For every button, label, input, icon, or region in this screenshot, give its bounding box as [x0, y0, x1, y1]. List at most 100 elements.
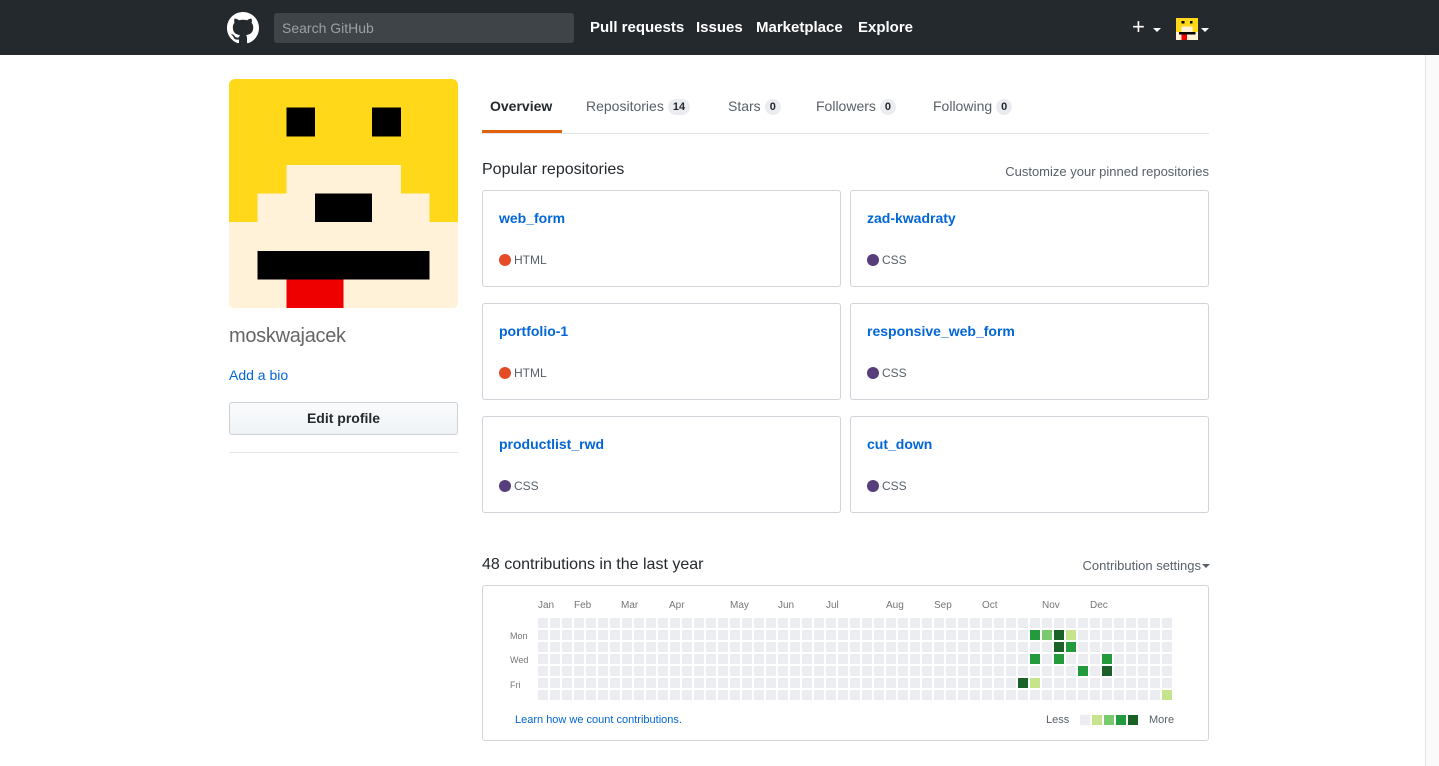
contribution-day[interactable] [982, 678, 992, 688]
contribution-day[interactable] [1042, 654, 1052, 664]
contribution-day[interactable] [1030, 678, 1040, 688]
contribution-day[interactable] [682, 666, 692, 676]
contribution-day[interactable] [598, 666, 608, 676]
contribution-day[interactable] [730, 654, 740, 664]
contribution-day[interactable] [790, 618, 800, 628]
contribution-day[interactable] [850, 642, 860, 652]
contribution-day[interactable] [850, 690, 860, 700]
contribution-day[interactable] [658, 630, 668, 640]
contribution-day[interactable] [826, 690, 836, 700]
chevron-down-icon[interactable] [1202, 564, 1210, 568]
contribution-day[interactable] [862, 678, 872, 688]
contribution-day[interactable] [1078, 678, 1088, 688]
contribution-day[interactable] [994, 666, 1004, 676]
contribution-day[interactable] [538, 618, 548, 628]
contribution-day[interactable] [1114, 618, 1124, 628]
contribution-day[interactable] [874, 642, 884, 652]
contribution-day[interactable] [922, 654, 932, 664]
contribution-day[interactable] [718, 618, 728, 628]
contribution-day[interactable] [970, 654, 980, 664]
contribution-day[interactable] [706, 630, 716, 640]
contribution-day[interactable] [1162, 642, 1172, 652]
contribution-day[interactable] [682, 690, 692, 700]
nav-pull-requests[interactable]: Pull requests [590, 19, 684, 36]
contribution-day[interactable] [910, 654, 920, 664]
contribution-day[interactable] [1102, 642, 1112, 652]
scrollbar[interactable] [1425, 55, 1439, 766]
contribution-day[interactable] [610, 666, 620, 676]
contribution-day[interactable] [634, 678, 644, 688]
contribution-day[interactable] [946, 630, 956, 640]
contribution-day[interactable] [994, 642, 1004, 652]
contribution-day[interactable] [1066, 654, 1076, 664]
contribution-day[interactable] [1006, 618, 1016, 628]
contribution-day[interactable] [1150, 678, 1160, 688]
contribution-day[interactable] [562, 666, 572, 676]
contribution-day[interactable] [586, 654, 596, 664]
contribution-day[interactable] [814, 666, 824, 676]
contribution-day[interactable] [994, 678, 1004, 688]
contribution-day[interactable] [550, 666, 560, 676]
contribution-day[interactable] [694, 678, 704, 688]
contribution-day[interactable] [694, 618, 704, 628]
contribution-day[interactable] [1018, 642, 1028, 652]
contribution-day[interactable] [730, 690, 740, 700]
contribution-day[interactable] [646, 618, 656, 628]
contribution-day[interactable] [1078, 654, 1088, 664]
contribution-day[interactable] [766, 654, 776, 664]
contribution-day[interactable] [778, 690, 788, 700]
contribution-day[interactable] [838, 666, 848, 676]
contribution-day[interactable] [1114, 642, 1124, 652]
contribution-day[interactable] [778, 618, 788, 628]
contribution-day[interactable] [682, 654, 692, 664]
contribution-day[interactable] [742, 654, 752, 664]
contribution-day[interactable] [958, 618, 968, 628]
customize-pinned-link[interactable]: Customize your pinned repositories [1005, 164, 1209, 179]
contribution-day[interactable] [814, 654, 824, 664]
contribution-day[interactable] [730, 678, 740, 688]
contribution-day[interactable] [1162, 630, 1172, 640]
contribution-day[interactable] [982, 618, 992, 628]
tab-following[interactable]: Following 0 [933, 98, 1013, 115]
contribution-day[interactable] [838, 630, 848, 640]
contribution-day[interactable] [790, 654, 800, 664]
contribution-day[interactable] [670, 690, 680, 700]
contribution-day[interactable] [790, 690, 800, 700]
contribution-day[interactable] [682, 618, 692, 628]
contribution-day[interactable] [694, 666, 704, 676]
contribution-day[interactable] [886, 678, 896, 688]
contribution-day[interactable] [586, 666, 596, 676]
contribution-day[interactable] [946, 618, 956, 628]
contribution-day[interactable] [730, 630, 740, 640]
contribution-day[interactable] [622, 690, 632, 700]
contribution-day[interactable] [694, 642, 704, 652]
contribution-day[interactable] [922, 642, 932, 652]
contribution-day[interactable] [670, 642, 680, 652]
contribution-day[interactable] [1090, 690, 1100, 700]
contribution-day[interactable] [610, 630, 620, 640]
contribution-day[interactable] [622, 642, 632, 652]
contribution-day[interactable] [778, 678, 788, 688]
contribution-day[interactable] [994, 690, 1004, 700]
contribution-day[interactable] [694, 630, 704, 640]
contribution-day[interactable] [1006, 642, 1016, 652]
contribution-day[interactable] [934, 654, 944, 664]
contribution-day[interactable] [802, 642, 812, 652]
contribution-day[interactable] [742, 630, 752, 640]
contribution-day[interactable] [994, 618, 1004, 628]
contribution-day[interactable] [802, 690, 812, 700]
contribution-day[interactable] [1126, 690, 1136, 700]
contribution-day[interactable] [670, 678, 680, 688]
contribution-settings-dropdown[interactable]: Contribution settings [1082, 558, 1201, 573]
contribution-day[interactable] [670, 618, 680, 628]
contribution-day[interactable] [766, 678, 776, 688]
tab-repositories[interactable]: Repositories 14 [586, 98, 691, 115]
contribution-day[interactable] [970, 642, 980, 652]
contribution-day[interactable] [754, 666, 764, 676]
contribution-day[interactable] [1018, 666, 1028, 676]
contribution-day[interactable] [910, 666, 920, 676]
contribution-day[interactable] [1006, 654, 1016, 664]
contribution-day[interactable] [694, 690, 704, 700]
contribution-day[interactable] [586, 642, 596, 652]
contribution-day[interactable] [1066, 690, 1076, 700]
